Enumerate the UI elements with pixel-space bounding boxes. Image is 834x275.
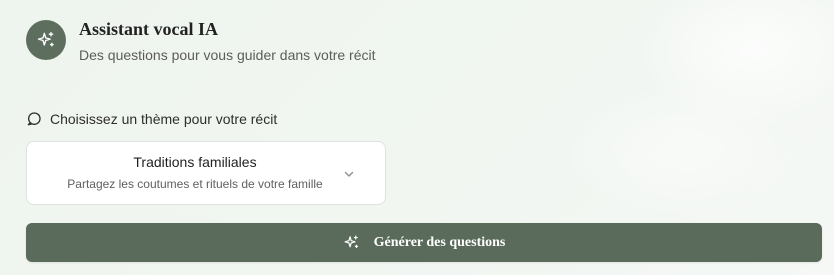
background-glow-secondary xyxy=(554,80,814,220)
generate-questions-label: Générer des questions xyxy=(373,234,506,250)
theme-label-text: Choisissez un thème pour votre récit xyxy=(50,111,278,127)
assistant-title: Assistant vocal IA xyxy=(79,19,219,39)
theme-label: Choisissez un thème pour votre récit xyxy=(26,111,277,127)
background-glow xyxy=(634,0,834,130)
assistant-header: Assistant vocal IA Des questions pour vo… xyxy=(26,18,376,64)
chevron-down-icon xyxy=(343,167,355,179)
assistant-subtitle: Des questions pour vous guider dans votr… xyxy=(79,47,376,63)
chat-bubble-icon xyxy=(26,111,42,127)
sparkles-icon xyxy=(36,30,56,50)
theme-select[interactable]: Traditions familiales Partagez les coutu… xyxy=(26,141,386,205)
theme-select-title: Traditions familiales xyxy=(133,154,257,170)
theme-select-description: Partagez les coutumes et rituels de votr… xyxy=(67,177,323,191)
assistant-avatar xyxy=(26,20,66,60)
generate-questions-button[interactable]: Générer des questions xyxy=(26,223,822,262)
assistant-header-text: Assistant vocal IA Des questions pour vo… xyxy=(79,18,376,64)
sparkles-icon xyxy=(343,234,360,251)
